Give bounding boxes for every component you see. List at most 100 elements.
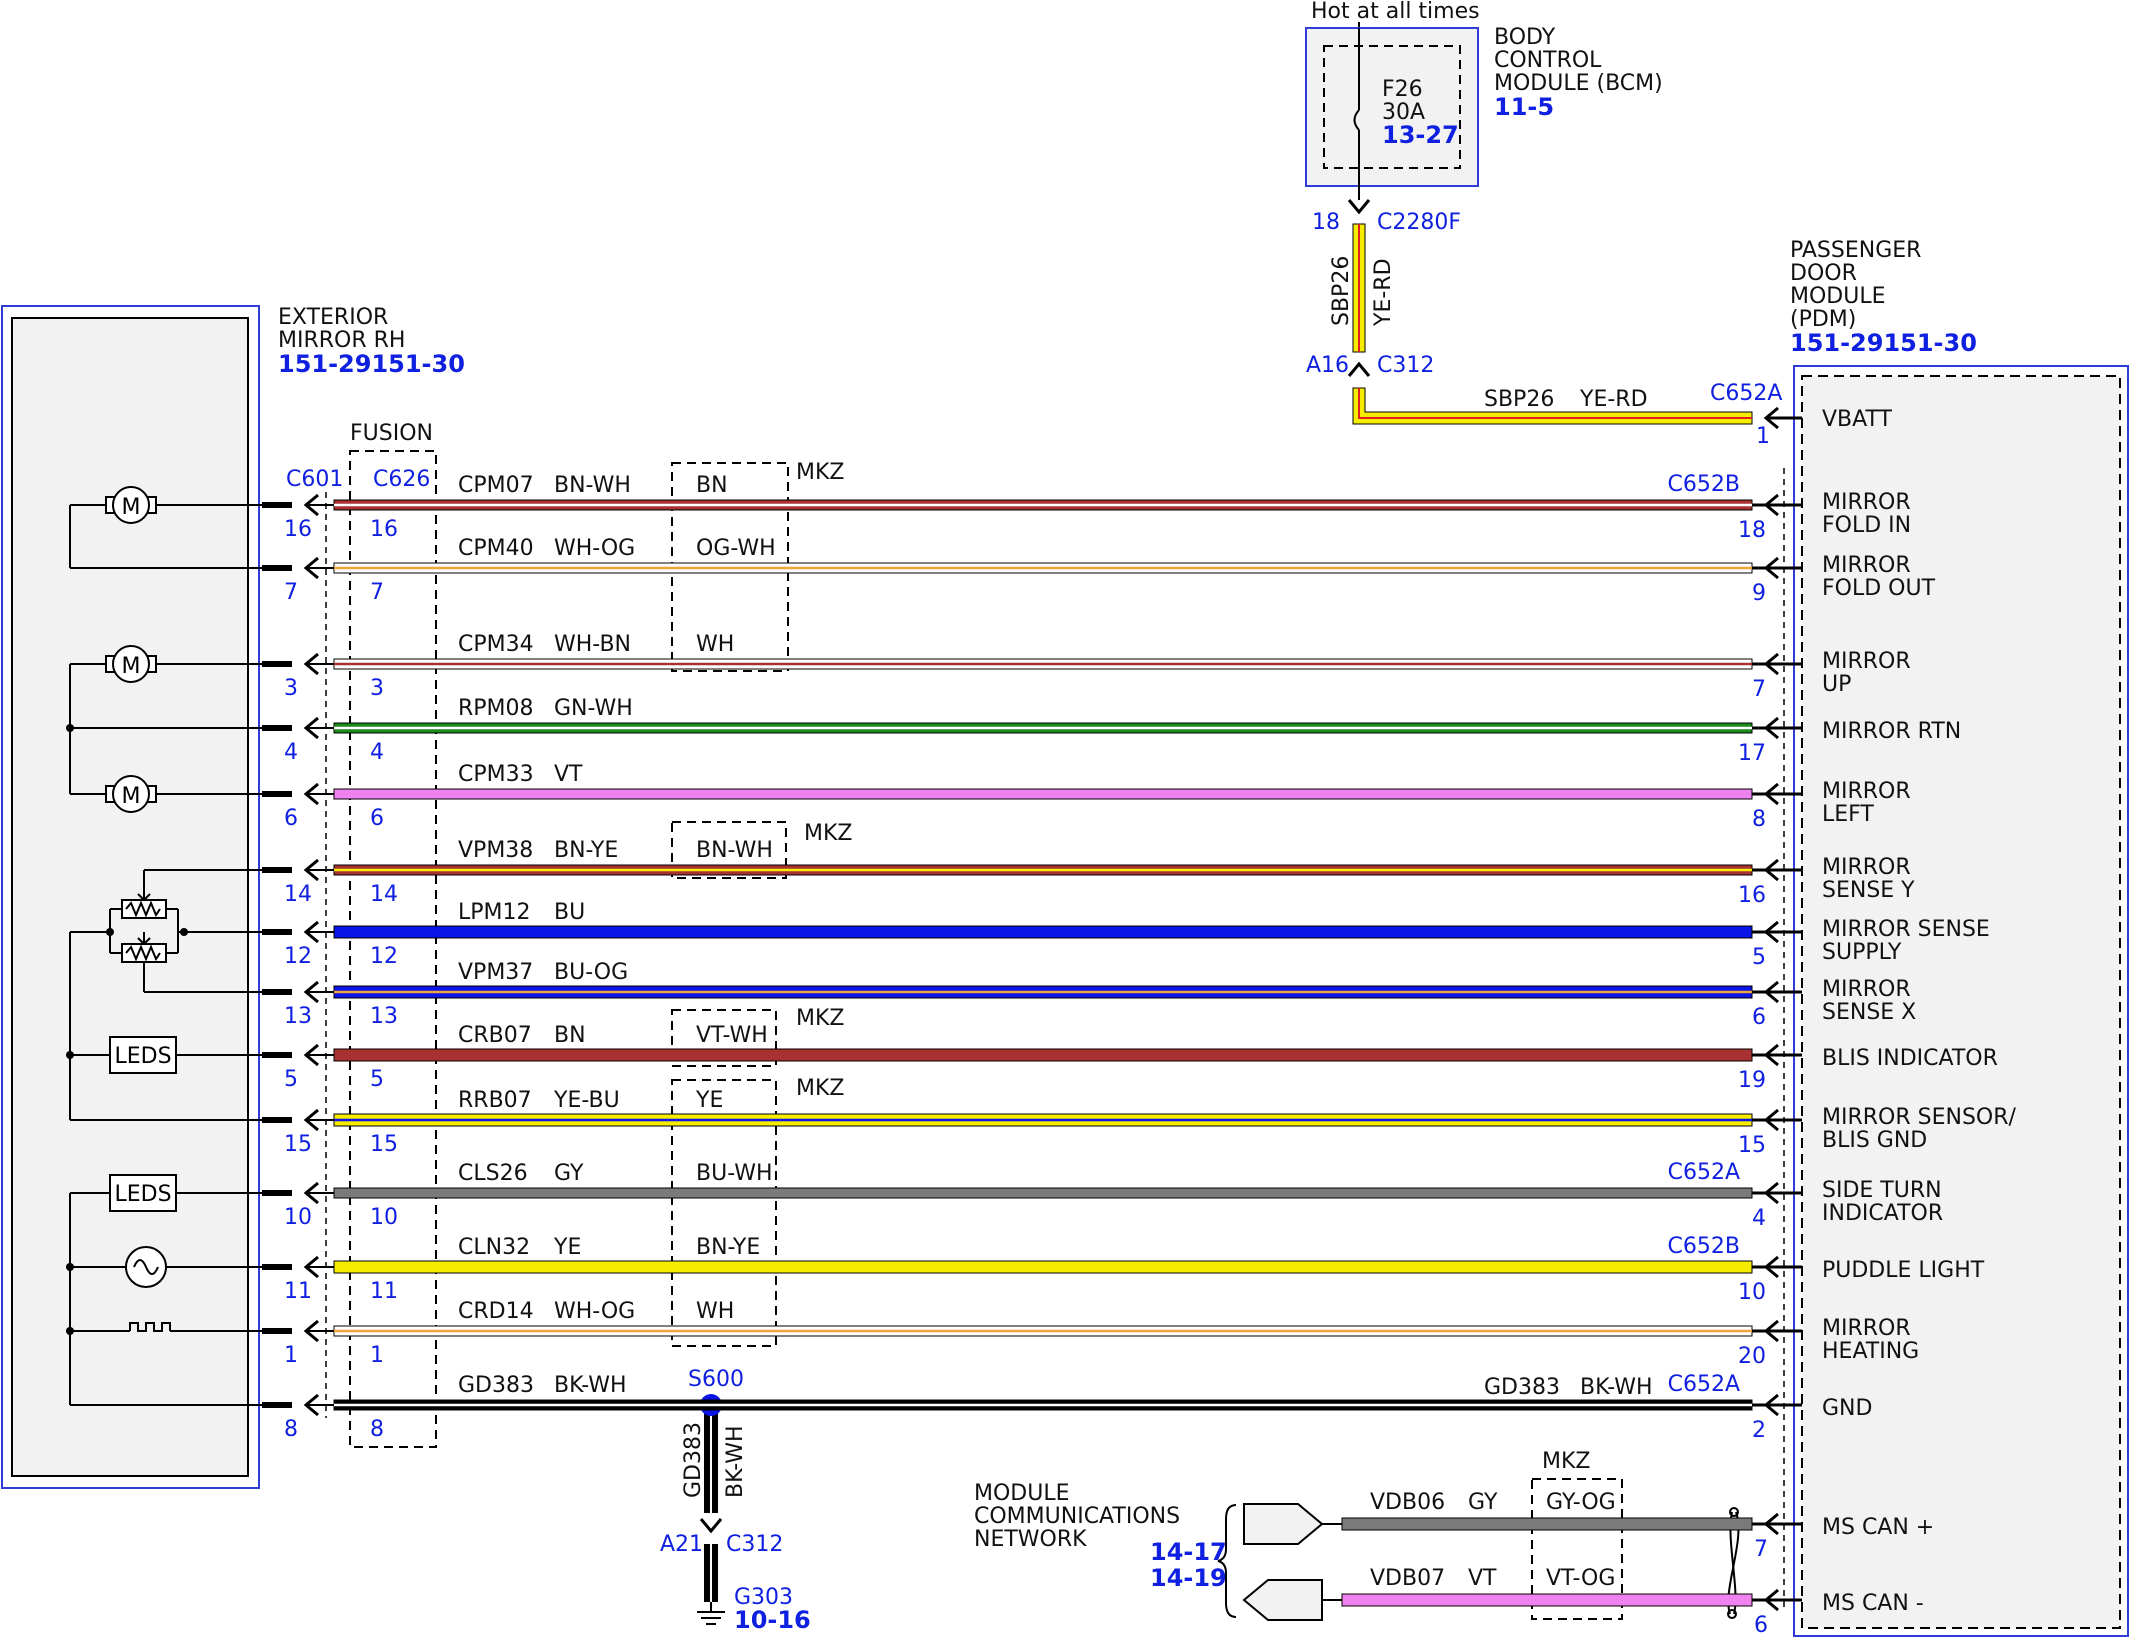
mkz-color-code: WH: [696, 632, 734, 657]
pdm-function-label: UP: [1822, 672, 1851, 697]
mirror-pin-number: 3: [284, 676, 298, 701]
mirror-pin-number: 1: [284, 1343, 298, 1368]
circuit-color-code: VT: [554, 762, 583, 787]
circuit-number: CRD14: [458, 1299, 534, 1324]
network-title-2: COMMUNICATIONS: [974, 1504, 1180, 1529]
pdm-function-label: MS CAN -: [1822, 1591, 1924, 1616]
vbatt-circuit: SBP26: [1484, 387, 1554, 412]
pdm-connector-name: C652A: [1668, 1160, 1740, 1185]
pdm-pin-number: 10: [1738, 1280, 1766, 1305]
splice-drop-circuit: GD383: [681, 1422, 706, 1498]
circuit-color-code: BN-WH: [554, 473, 631, 498]
fusion-pin-number: 5: [370, 1067, 384, 1092]
wire-vdb07: [1341, 1593, 1753, 1607]
pdm-pin-number: 6: [1752, 1005, 1766, 1030]
pdm-function-label: FOLD OUT: [1822, 576, 1936, 601]
fusion-pin-number: 12: [370, 944, 398, 969]
circuit-color-code: BK-WH: [554, 1373, 627, 1398]
circuit-number: CPM33: [458, 762, 534, 787]
pdm-title-1: PASSENGER: [1790, 238, 1921, 263]
network-in-arrow-icon: [1242, 1579, 1323, 1621]
feed-circuit: SBP26: [1329, 256, 1354, 326]
splice-inline-connector: C312: [726, 1532, 783, 1557]
pdm-function-label: MIRROR: [1822, 490, 1911, 515]
puddle-lamp-icon: [125, 1246, 167, 1288]
mkz-color-code: VT-WH: [696, 1023, 768, 1048]
mirror-pin-number: 10: [284, 1205, 312, 1230]
circuit-row: [262, 1181, 1802, 1205]
pdm-function-label: MIRROR: [1822, 977, 1911, 1002]
splice-inline-pin: A21: [660, 1532, 703, 1557]
bcm-module: Hot at all times F26 30A 13-27 BODY CONT…: [1305, 0, 1663, 235]
pdm-title-2: DOOR: [1790, 261, 1857, 286]
network-circuit-number: VDB07: [1370, 1566, 1445, 1591]
pdm-pin-number: 4: [1752, 1206, 1766, 1231]
motor-horizontal-letter: M: [122, 784, 141, 809]
bcm-connector: C2280F: [1377, 210, 1461, 235]
mirror-pin-number: 7: [284, 580, 298, 605]
pdm-title-3: MODULE: [1790, 284, 1886, 309]
wire-lpm12: [333, 925, 1753, 939]
bcm-title-2: CONTROL: [1494, 48, 1602, 73]
pdm-pin-number: 20: [1738, 1344, 1766, 1369]
pdm-pin-number: 18: [1738, 518, 1766, 543]
wire-vdb06: [1341, 1517, 1753, 1531]
fusion-pin-number: 11: [370, 1279, 398, 1304]
network-title-1: MODULE: [974, 1481, 1070, 1506]
fusion-pin-number: 4: [370, 740, 384, 765]
pdm-pin-number: 7: [1752, 677, 1766, 702]
vbatt-connector: C652A: [1710, 381, 1782, 406]
blis-leds-icon: LEDS: [109, 1036, 177, 1074]
circuit-number: CPM07: [458, 473, 534, 498]
pdm-function-label: SUPPLY: [1822, 940, 1902, 965]
circuit-number: CRB07: [458, 1023, 532, 1048]
network-color-code: VT: [1468, 1566, 1497, 1591]
pdm-connector-name: C652B: [1668, 1234, 1740, 1259]
mkz-label-2: MKZ: [804, 821, 852, 846]
pdm-pin-number: 2: [1752, 1418, 1766, 1443]
circuit-color-code: WH-BN: [554, 632, 631, 657]
vbatt-function: VBATT: [1822, 407, 1893, 432]
mkz-color-code: YE: [695, 1088, 723, 1113]
circuit-row: [262, 1043, 1802, 1067]
circuit-number: LPM12: [458, 900, 531, 925]
fusion-pin-number: 7: [370, 580, 384, 605]
circuit-color-code: GN-WH: [554, 696, 633, 721]
pdm-pin-number: 7: [1754, 1537, 1768, 1562]
network-mkz-label: MKZ: [1542, 1449, 1590, 1474]
pdm-connector-name: C652B: [1668, 472, 1740, 497]
network-ref-1: 14-17: [1150, 1538, 1227, 1566]
fusion-label: FUSION: [350, 421, 433, 446]
pdm-function-label: MIRROR: [1822, 649, 1911, 674]
feed-inline-connector: C312: [1377, 353, 1434, 378]
circuit-number: CLS26: [458, 1161, 528, 1186]
circuit-row: [262, 782, 1802, 806]
circuit-number: CPM40: [458, 536, 534, 561]
pdm-function-label: INDICATOR: [1822, 1201, 1943, 1226]
pdm-function-label: MIRROR SENSE: [1822, 917, 1990, 942]
fusion-pin-number: 6: [370, 806, 384, 831]
fusion-pin-number: 14: [370, 882, 398, 907]
mkz-label-1: MKZ: [796, 460, 844, 485]
mirror-pin-number: 4: [284, 740, 298, 765]
pdm-pin-number: 5: [1752, 945, 1766, 970]
pdm-function-label: MIRROR: [1822, 553, 1911, 578]
circuit-color-code: BU: [554, 900, 585, 925]
pdm-function-label: PUDDLE LIGHT: [1822, 1258, 1985, 1283]
network-brace-icon: [1217, 1504, 1237, 1618]
fusion-pin-number: 10: [370, 1205, 398, 1230]
mirror-pin-number: 8: [284, 1417, 298, 1442]
mirror-connector: C601: [286, 467, 343, 492]
leds-2-label: LEDS: [114, 1182, 171, 1207]
feed-inline-arrow-icon: [1347, 361, 1371, 377]
bcm-title-1: BODY: [1494, 25, 1556, 50]
motor-vertical-letter: M: [122, 654, 141, 679]
pdm-function-label: SENSE Y: [1822, 878, 1915, 903]
circuit-color-code: BU-OG: [554, 960, 628, 985]
ground-ref: 10-16: [734, 1606, 811, 1634]
pdm-function-label: SIDE TURN: [1822, 1178, 1942, 1203]
circuit-color-code: WH-OG: [554, 536, 635, 561]
wire-cpm33: [333, 788, 1753, 800]
circuit-number: VPM37: [458, 960, 533, 985]
pdm-pin-number: 15: [1738, 1133, 1766, 1158]
